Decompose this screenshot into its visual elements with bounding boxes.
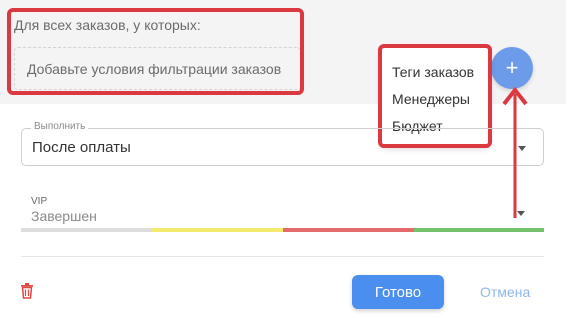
conditions-dropzone[interactable]: Добавьте условия фильтрации заказов bbox=[14, 47, 301, 90]
stage-bar-segment bbox=[283, 228, 414, 232]
cancel-button[interactable]: Отмена bbox=[480, 284, 530, 300]
trash-icon[interactable] bbox=[20, 283, 34, 299]
stage-bar-segment bbox=[21, 228, 152, 232]
add-condition-button[interactable]: + bbox=[491, 47, 533, 89]
annotation-arrow bbox=[502, 86, 528, 218]
pipeline-label: VIP bbox=[31, 196, 48, 207]
done-button-label: Готово bbox=[374, 283, 422, 301]
menu-item-order-tags[interactable]: Теги заказов bbox=[392, 64, 474, 80]
execute-select-value: После оплаты bbox=[32, 139, 131, 156]
execute-select-label: Выполнить bbox=[31, 121, 89, 132]
footer-divider bbox=[21, 256, 544, 257]
execute-select[interactable]: Выполнить После оплаты bbox=[21, 121, 544, 166]
conditions-title: Для всех заказов, у которых: bbox=[14, 17, 201, 33]
plus-icon: + bbox=[505, 55, 519, 80]
stage-bar-segment bbox=[152, 228, 283, 232]
conditions-placeholder: Добавьте условия фильтрации заказов bbox=[27, 61, 282, 77]
done-button[interactable]: Готово bbox=[352, 275, 444, 309]
pipeline-stage-value[interactable]: Завершен bbox=[31, 208, 97, 224]
menu-item-managers[interactable]: Менеджеры bbox=[392, 91, 470, 107]
stage-bar-segment bbox=[414, 228, 544, 232]
